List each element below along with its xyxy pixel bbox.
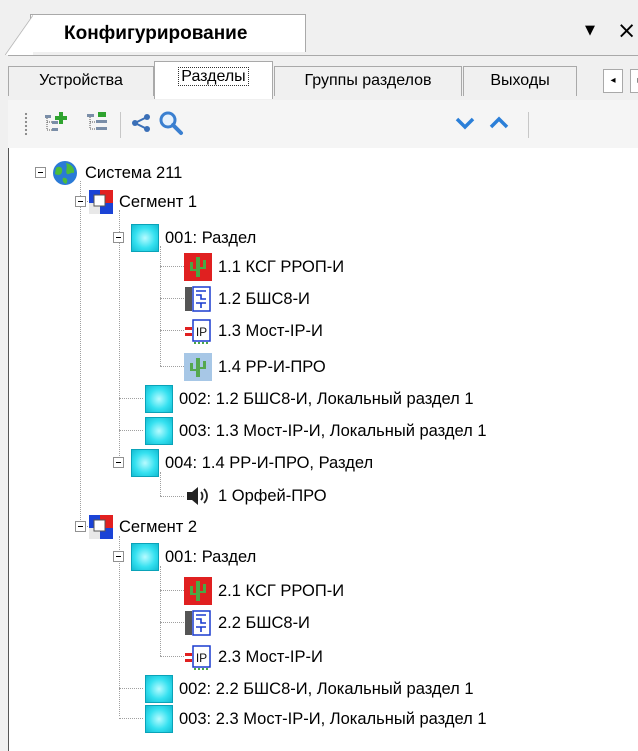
tree-node-label: 2.3 Мост-IP-И [218,647,323,666]
move-up-icon[interactable] [486,110,512,136]
tree-node-label: Система 211 [85,163,183,182]
tree-node-s2-partition-002[interactable]: 002: 2.2 БШС8-И, Локальный раздел 1 [145,674,474,704]
tree-node-label: 1.4 РР-И-ПРО [218,357,326,376]
tree-node-label: 1.3 Мост-IP-И [218,321,323,340]
tree-node-label: 003: 1.3 Мост-IP-И, Локальный раздел 1 [179,421,487,440]
rr-device-icon [184,353,212,381]
ksg-device-icon [184,253,212,281]
tree-node-device-1-2[interactable]: 1.2 БШС8-И [184,284,310,314]
tree-node-label: 001: Раздел [165,228,257,247]
ip-bridge-icon: IP [185,645,211,670]
tree-node-label: 004: 1.4 РР-И-ПРО, Раздел [165,453,374,472]
collapse-toggle-segment-1[interactable] [75,196,86,207]
tree-node-label: 2.1 КСГ РРОП-И [218,581,345,600]
tree-node-s2-partition-003[interactable]: 003: 2.3 Мост-IP-И, Локальный раздел 1 [145,704,487,734]
partition-icon [131,224,159,252]
partition-icon [145,417,173,445]
tab-scroll-right-button[interactable]: ▸ [630,69,638,93]
tree-node-device-1-3[interactable]: IP 1.3 Мост-IP-И [184,316,323,346]
speaker-icon [187,487,208,505]
collapse-toggle-s2-partition-001[interactable] [113,551,124,562]
toolbar-grip[interactable] [24,112,28,136]
partition-icon [131,543,159,571]
globe-icon [53,161,77,185]
tab-outputs[interactable]: Выходы [463,66,577,96]
collapse-toggle-segment-2[interactable] [75,521,86,532]
bshs-device-icon [185,286,211,312]
panel-title: Конфигурирование [64,23,248,44]
partition-tree: Система 211 Сегмент 1 001: Раздел 1.1 КС… [8,148,638,751]
partition-icon [145,385,173,413]
tree-node-label: 1.1 КСГ РРОП-И [218,257,345,276]
tree-connect-icon[interactable] [128,110,154,136]
tree-node-label: Сегмент 1 [119,192,198,211]
tree-node-s1-partition-001[interactable]: 001: Раздел [131,223,256,253]
tree-node-s1-partition-004[interactable]: 004: 1.4 РР-И-ПРО, Раздел [131,448,373,478]
pin-dropdown-icon[interactable]: ▼ [585,23,595,38]
tree-node-label: 2.2 БШС8-И [218,613,310,632]
tree-node-device-1-4[interactable]: 1.4 РР-И-ПРО [184,352,326,382]
tree-node-device-orfey[interactable]: 1 Орфей-ПРО [184,481,327,511]
panel-title-tab[interactable]: Конфигурирование [5,14,306,55]
partition-icon [145,675,173,703]
tree-node-system[interactable]: Система 211 [51,158,182,188]
tree-node-label: 003: 2.3 Мост-IP-И, Локальный раздел 1 [179,709,487,728]
tab-scroll-left-button[interactable]: ◂ [603,69,623,93]
move-down-icon[interactable] [452,110,478,136]
tree-node-s1-partition-002[interactable]: 002: 1.2 БШС8-И, Локальный раздел 1 [145,384,474,414]
tree-node-label: Сегмент 2 [119,517,198,536]
tab-partitions[interactable]: Разделы [154,61,273,99]
close-icon[interactable]: × [617,18,636,44]
partition-icon [145,705,173,733]
segment-icon [89,515,113,539]
tree-node-device-2-1[interactable]: 2.1 КСГ РРОП-И [184,576,344,606]
tab-devices[interactable]: Устройства [8,66,154,96]
search-icon[interactable] [158,110,184,136]
tree-node-segment-1[interactable]: Сегмент 1 [89,187,197,217]
svg-text:IP: IP [196,651,207,665]
segment-icon [89,190,113,214]
tab-partition-groups[interactable]: Группы разделов [274,66,462,96]
ip-bridge-icon: IP [185,319,211,344]
tree-node-label: 002: 2.2 БШС8-И, Локальный раздел 1 [179,679,474,698]
toolbar [8,100,638,149]
tree-node-s2-partition-001[interactable]: 001: Раздел [131,542,256,572]
tree-node-device-1-1[interactable]: 1.1 КСГ РРОП-И [184,252,344,282]
partition-icon [131,449,159,477]
ksg-device-icon [184,577,212,605]
tab-strip: Устройства Разделы Группы разделов Выход… [8,55,638,100]
tree-node-label: 1.2 БШС8-И [218,289,310,308]
add-partition-icon[interactable] [42,110,68,136]
bshs-device-icon [185,610,211,636]
tree-node-segment-2[interactable]: Сегмент 2 [89,512,197,542]
svg-text:IP: IP [196,325,207,339]
tree-node-label: 001: Раздел [165,547,257,566]
collapse-toggle-root[interactable] [35,167,46,178]
tree-node-s1-partition-003[interactable]: 003: 1.3 Мост-IP-И, Локальный раздел 1 [145,416,487,446]
tree-node-label: 1 Орфей-ПРО [218,486,327,505]
partition-list-icon[interactable] [84,110,110,136]
tree-node-label: 002: 1.2 БШС8-И, Локальный раздел 1 [179,389,474,408]
collapse-toggle-s1-partition-004[interactable] [113,457,124,468]
collapse-toggle-s1-partition-001[interactable] [113,232,124,243]
tree-node-device-2-3[interactable]: IP 2.3 Мост-IP-И [184,642,323,672]
tree-node-device-2-2[interactable]: 2.2 БШС8-И [184,608,310,638]
